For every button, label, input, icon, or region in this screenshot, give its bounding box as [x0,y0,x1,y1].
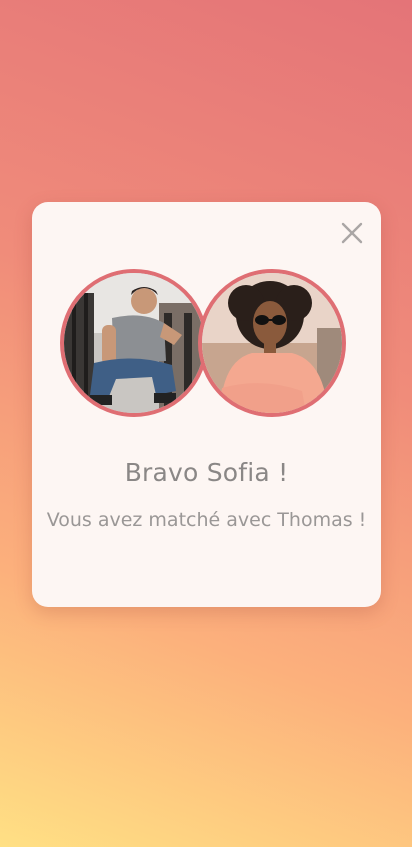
avatar-match [198,269,346,417]
close-icon [341,222,363,244]
match-message: Vous avez matché avec Thomas ! [46,509,367,531]
match-modal: Bravo Sofia ! Vous avez matché avec Thom… [32,202,381,607]
user-photo [64,273,204,413]
close-button[interactable] [339,220,365,246]
match-title: Bravo Sofia ! [124,458,289,487]
avatar-user [60,269,208,417]
match-photo [202,273,342,413]
